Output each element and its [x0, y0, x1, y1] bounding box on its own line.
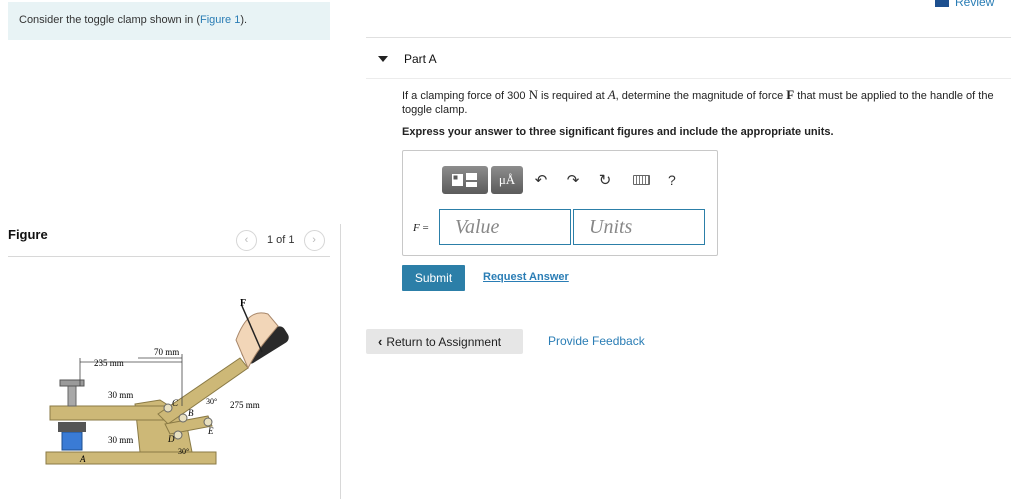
- answer-eq: =: [422, 222, 429, 234]
- review-link[interactable]: Review: [935, 0, 994, 9]
- answer-box: μÅ ↶ ↷ ↻ ? F = Value Units: [402, 150, 718, 256]
- label-30-bottom: 30 mm: [108, 435, 133, 445]
- value-input[interactable]: Value: [439, 209, 571, 245]
- problem-text: Consider the toggle clamp shown in (Figu…: [19, 14, 247, 26]
- label-a: A: [79, 454, 86, 464]
- pin-b: [178, 413, 188, 423]
- figure-title: Figure: [8, 227, 48, 242]
- help-button[interactable]: ?: [668, 172, 676, 188]
- provide-feedback-link[interactable]: Provide Feedback: [548, 334, 645, 348]
- templates-button[interactable]: [442, 166, 488, 194]
- clamp-arm: [49, 405, 166, 421]
- answer-variable-label: F =: [413, 222, 429, 234]
- redo-icon[interactable]: ↷: [559, 171, 587, 189]
- part-header[interactable]: Part A: [378, 52, 437, 66]
- chevron-right-icon[interactable]: ›: [303, 229, 325, 251]
- answer-instruction: Express your answer to three significant…: [402, 126, 834, 138]
- part-title: Part A: [404, 52, 437, 66]
- pin-c: [163, 403, 173, 413]
- math-toolbar: μÅ ↶ ↷ ↻ ?: [442, 165, 676, 195]
- label-70: 70 mm: [154, 347, 179, 357]
- figure-divider: [8, 256, 330, 257]
- units-input[interactable]: Units: [573, 209, 705, 245]
- label-force: F: [240, 298, 246, 309]
- q-point: A: [607, 87, 616, 102]
- request-answer-link[interactable]: Request Answer: [483, 271, 569, 283]
- label-30-top: 30 mm: [108, 390, 133, 400]
- base-plate: [45, 451, 217, 465]
- label-c: C: [172, 398, 179, 408]
- label-angle-lower: 30°: [178, 447, 189, 456]
- q-text-1: If a clamping force of 300: [402, 90, 526, 102]
- q-unit: N: [528, 87, 538, 102]
- pad-holder: [58, 422, 86, 432]
- answer-var: F: [413, 222, 420, 234]
- review-label: Review: [955, 0, 995, 9]
- pager-count: 1 of 1: [267, 234, 295, 246]
- clamp-pad: [61, 431, 83, 451]
- figure-link[interactable]: Figure 1: [200, 14, 240, 26]
- label-235: 235 mm: [94, 358, 124, 368]
- part-divider-bottom: [366, 78, 1011, 79]
- label-angle-upper: 30°: [206, 397, 217, 406]
- problem-text-end: ).: [240, 14, 248, 26]
- toggle-clamp-figure: F 235 mm 70 mm 30 mm 30 mm 275 mm 30° 30…: [45, 298, 289, 465]
- label-b: B: [188, 408, 194, 418]
- undo-icon[interactable]: ↶: [523, 171, 559, 189]
- figure-pager: ‹ 1 of 1 ›: [236, 229, 325, 251]
- q-text-2: is required at: [541, 90, 605, 102]
- q-text-3: , determine the magnitude of force: [615, 90, 784, 102]
- panel-divider: [340, 224, 341, 499]
- clamp-screw: [67, 383, 77, 407]
- caret-down-icon: [378, 56, 388, 62]
- problem-text-start: Consider the toggle clamp shown in (: [19, 14, 200, 26]
- question-text: If a clamping force of 300 N is required…: [402, 88, 1014, 117]
- submit-button[interactable]: Submit: [402, 265, 465, 291]
- keyboard-icon[interactable]: [633, 175, 650, 185]
- chevron-left-icon[interactable]: ‹: [236, 229, 257, 251]
- templates-icon: [452, 173, 477, 187]
- return-to-assignment-button[interactable]: ‹ Return to Assignment: [366, 329, 523, 354]
- units-symbol-button[interactable]: μÅ: [491, 166, 523, 194]
- review-icon: [935, 0, 949, 7]
- q-force: F: [786, 87, 795, 102]
- pin-d: [173, 430, 183, 440]
- return-label: Return to Assignment: [386, 334, 502, 349]
- part-divider-top: [366, 37, 1011, 38]
- problem-statement: Consider the toggle clamp shown in (Figu…: [8, 2, 330, 40]
- label-e: E: [207, 426, 214, 436]
- chevron-left-icon: ‹: [378, 334, 383, 349]
- reset-icon[interactable]: ↻: [587, 171, 623, 189]
- handle-link: [157, 357, 249, 425]
- screw-head: [59, 379, 85, 387]
- pin-e: [203, 417, 213, 427]
- label-275: 275 mm: [230, 400, 260, 410]
- label-d: D: [167, 434, 175, 444]
